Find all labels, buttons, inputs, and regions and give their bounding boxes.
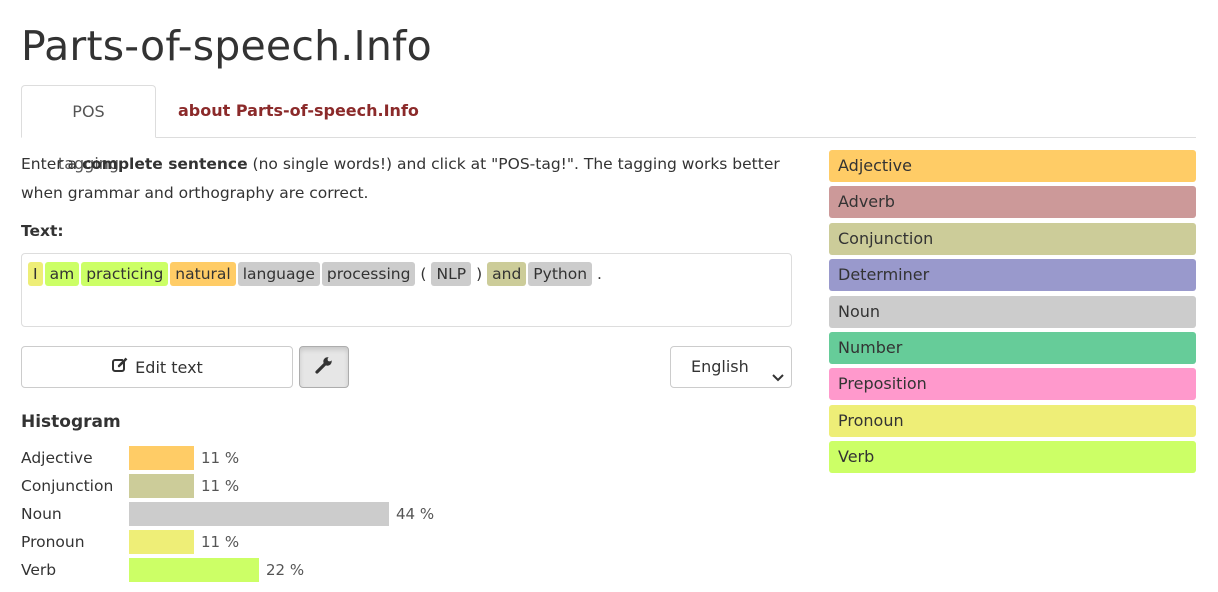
histogram-label: Verb xyxy=(21,561,57,579)
histogram-value: 22 % xyxy=(266,561,305,579)
edit-text-button[interactable]: Edit text xyxy=(21,346,293,388)
token: ( xyxy=(420,265,427,283)
legend-item-verb[interactable]: Verb xyxy=(829,441,1196,474)
language-select[interactable]: English xyxy=(670,346,792,388)
histogram-label: Adjective xyxy=(21,449,93,467)
language-selected: English xyxy=(691,357,749,376)
histogram-label: Conjunction xyxy=(21,477,114,495)
wrench-icon xyxy=(314,355,334,379)
token[interactable]: practicing xyxy=(81,262,169,286)
edit-text-label: Edit text xyxy=(135,357,203,377)
token[interactable]: Python xyxy=(528,262,593,286)
tab-pos-tagging[interactable]: POS tagging xyxy=(21,85,156,173)
legend-item-adverb[interactable]: Adverb xyxy=(829,186,1196,219)
legend-item-pronoun[interactable]: Pronoun xyxy=(829,404,1196,437)
legend-item-noun[interactable]: Noun xyxy=(829,295,1196,328)
tagged-text-box: Iam practicing natural language processing(N… xyxy=(21,253,792,327)
histogram-bar xyxy=(129,446,194,470)
histogram-label: Pronoun xyxy=(21,533,85,551)
token[interactable]: natural xyxy=(170,262,236,286)
legend-item-adjective[interactable]: Adjective xyxy=(829,150,1196,182)
text-label: Text: xyxy=(21,222,64,240)
legend-item-conjunction[interactable]: Conjunction xyxy=(829,222,1196,255)
token[interactable]: and xyxy=(487,262,527,286)
histogram-bar xyxy=(129,558,259,582)
token: . xyxy=(597,265,602,283)
token[interactable]: I xyxy=(28,262,43,286)
intro-text: Enter a complete sentence (no single wor… xyxy=(21,150,791,208)
legend-item-preposition[interactable]: Preposition xyxy=(829,368,1196,401)
histogram-bar xyxy=(129,474,194,498)
histogram-value: 11 % xyxy=(201,533,240,551)
token: ) xyxy=(476,265,483,283)
legend-item-number[interactable]: Number xyxy=(829,331,1196,364)
token[interactable]: language xyxy=(237,262,320,286)
histogram-value: 11 % xyxy=(201,449,240,467)
histogram-value: 11 % xyxy=(201,477,240,495)
pos-legend: Adjective Adverb Conjunction Determiner … xyxy=(829,150,1196,478)
intro-part1: Enter a xyxy=(21,155,82,173)
token[interactable]: processing xyxy=(321,262,416,286)
chevron-down-icon xyxy=(771,359,785,399)
histogram-label: Noun xyxy=(21,505,62,523)
token[interactable]: NLP xyxy=(431,262,472,286)
settings-button[interactable] xyxy=(299,346,349,388)
edit-icon xyxy=(111,356,129,378)
site-title: Parts-of-speech.Info xyxy=(21,22,432,70)
histogram-bar xyxy=(129,530,194,554)
legend-item-determiner[interactable]: Determiner xyxy=(829,259,1196,292)
histogram-title: Histogram xyxy=(21,412,121,432)
histogram-bar xyxy=(129,502,389,526)
intro-bold: complete sentence xyxy=(81,155,248,173)
histogram-value: 44 % xyxy=(396,505,435,523)
token[interactable]: am xyxy=(44,262,80,286)
tab-about[interactable]: about Parts-of-speech.Info xyxy=(158,85,439,138)
tab-bar: POS tagging about Parts-of-speech.Info xyxy=(21,85,1196,173)
